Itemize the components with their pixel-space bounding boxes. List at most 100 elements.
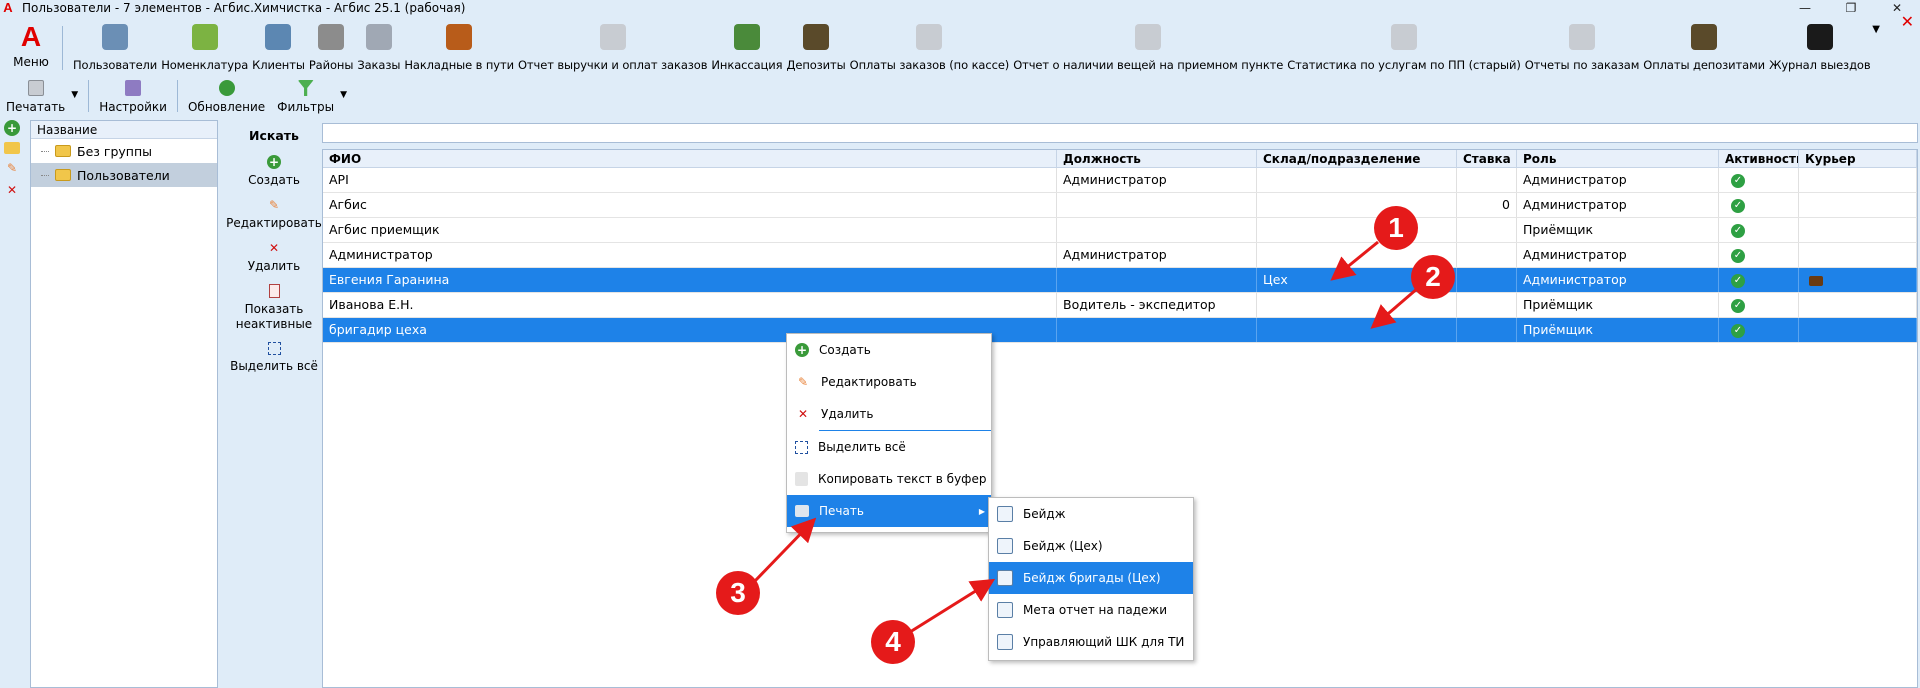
submenu-item[interactable]: Управляющий ШК для ТИ	[989, 626, 1193, 658]
ribbon-item[interactable]: Заказы	[355, 18, 402, 74]
orders-icon	[365, 24, 392, 50]
add-group-icon[interactable]: +	[4, 120, 20, 136]
ctx-select-all[interactable]: Выделить всё	[787, 431, 991, 463]
cell-courier	[1799, 243, 1917, 267]
ribbon-item[interactable]: Оплаты депозитами	[1641, 18, 1767, 74]
submenu-item-label: Бейдж бригады (Цех)	[1023, 571, 1161, 585]
column-header-fio[interactable]: ФИО	[323, 150, 1057, 167]
print-dropdown-icon[interactable]: ▼	[71, 90, 78, 100]
column-header-activity[interactable]: Активность	[1719, 150, 1799, 167]
cell-rate	[1457, 268, 1517, 292]
table-row[interactable]: Агбис приемщик Приёмщик ✓	[323, 218, 1917, 243]
minimize-icon[interactable]: —	[1782, 0, 1828, 16]
window-title: Пользователи - 7 элементов - Агбис.Химчи…	[22, 1, 466, 15]
cell-fio: Агбис	[323, 193, 1057, 217]
tree-item-users[interactable]: Пользователи	[31, 163, 217, 187]
submenu-item[interactable]: Бейдж	[989, 498, 1193, 530]
ribbon-item[interactable]: Журнал выездов	[1767, 18, 1872, 74]
ribbon-item[interactable]: Отчет о наличии вещей на приемном пункте	[1011, 18, 1285, 74]
check-icon: ✓	[1731, 323, 1745, 338]
cell-courier	[1799, 318, 1917, 342]
restore-icon[interactable]: ❐	[1828, 0, 1874, 16]
check-icon: ✓	[1731, 173, 1745, 188]
submenu-item[interactable]: Бейдж (Цех)	[989, 530, 1193, 562]
menu-label: Меню	[13, 55, 49, 69]
edit-group-icon[interactable]: ✎	[4, 160, 20, 176]
cell-activity: ✓	[1719, 318, 1799, 342]
ctx-create[interactable]: + Создать	[787, 334, 991, 366]
table-row[interactable]: Евгения Гаранина Цех Администратор ✓	[323, 268, 1917, 293]
column-header-position[interactable]: Должность	[1057, 150, 1257, 167]
check-icon: ✓	[1731, 223, 1745, 238]
menu-button[interactable]: A Меню	[0, 18, 62, 74]
edit-button[interactable]: ✎ Редактировать	[222, 198, 326, 231]
column-header-courier[interactable]: Курьер	[1799, 150, 1917, 167]
column-header-role[interactable]: Роль	[1517, 150, 1719, 167]
app-logo-icon: A	[3, 0, 13, 15]
basket-icon	[191, 24, 218, 50]
folder-icon[interactable]	[4, 142, 20, 154]
cell-activity: ✓	[1719, 293, 1799, 317]
ribbon-item[interactable]: Накладные в пути	[402, 18, 516, 74]
search-input[interactable]	[322, 123, 1918, 143]
table-row[interactable]: API Администратор Администратор ✓	[323, 168, 1917, 193]
submenu-item[interactable]: Мета отчет на падежи	[989, 594, 1193, 626]
column-header-warehouse[interactable]: Склад/подразделение	[1257, 150, 1457, 167]
filters-dropdown-icon[interactable]: ▼	[340, 90, 347, 100]
settings-button[interactable]: Настройки	[93, 80, 173, 114]
refresh-icon	[218, 80, 235, 96]
ribbon-item[interactable]: Отчеты по заказам	[1523, 18, 1642, 74]
folder-icon	[55, 145, 71, 157]
table-row[interactable]: Иванова Е.Н. Водитель - экспедитор Приёмщи…	[323, 293, 1917, 318]
document-icon	[997, 538, 1013, 554]
inactive-doc-icon	[268, 284, 280, 298]
tree-item-label: Без группы	[77, 143, 152, 159]
ribbon-item[interactable]: Отчет выручки и оплат заказов	[516, 18, 709, 74]
delete-group-icon[interactable]: ✕	[4, 182, 20, 198]
filters-button[interactable]: Фильтры	[271, 80, 340, 114]
refresh-button[interactable]: Обновление	[182, 80, 271, 114]
tree-header: Название	[31, 121, 217, 139]
ctx-edit[interactable]: ✎ Редактировать	[787, 366, 991, 398]
ribbon-item[interactable]: Статистика по услугам по ПП (старый)	[1285, 18, 1522, 74]
ribbon-collapse-icon[interactable]: ▼	[1872, 24, 1880, 35]
table-row[interactable]: бригадир цеха Приёмщик ✓	[323, 318, 1917, 343]
search-action[interactable]: Искать	[222, 128, 326, 143]
cell-courier	[1799, 168, 1917, 192]
table-row[interactable]: Агбис 0 Администратор ✓	[323, 193, 1917, 218]
truck-icon	[446, 24, 473, 50]
table-row[interactable]: Администратор Администратор Администратор ✓	[323, 243, 1917, 268]
buildings-icon	[318, 24, 345, 50]
select-all-label: Выделить всё	[230, 359, 318, 373]
menu-logo-icon: A	[20, 21, 42, 52]
ribbon-item-label: Журнал выездов	[1769, 58, 1871, 72]
cell-courier	[1799, 218, 1917, 242]
ribbon-item[interactable]: Пользователи	[71, 18, 159, 74]
ribbon-item[interactable]: Депозиты	[784, 18, 847, 74]
ctx-delete[interactable]: ✕ Удалить	[787, 398, 991, 430]
cell-position: Администратор	[1057, 243, 1257, 267]
ribbon-item[interactable]: Инкассация	[709, 18, 784, 74]
ribbon-item[interactable]: Номенклатура	[159, 18, 250, 74]
ribbon-item[interactable]: Клиенты	[250, 18, 307, 74]
ctx-copy[interactable]: Копировать текст в буфер	[787, 463, 991, 495]
cell-role: Приёмщик	[1517, 293, 1719, 317]
submenu-item[interactable]: Бейдж бригады (Цех)	[989, 562, 1193, 594]
ctx-print-label: Печать	[819, 504, 864, 518]
pencil-icon: ✎	[797, 375, 809, 389]
create-button[interactable]: + Создать	[222, 155, 326, 188]
cell-warehouse	[1257, 218, 1457, 242]
annotation-marker-2: 2	[1411, 255, 1455, 299]
delete-button[interactable]: ✕ Удалить	[222, 241, 326, 274]
ctx-print[interactable]: Печать ▶	[787, 495, 991, 527]
column-header-rate[interactable]: Ставка	[1457, 150, 1517, 167]
print-button[interactable]: Печатать	[0, 80, 71, 114]
show-inactive-button[interactable]: Показать неактивные	[222, 284, 326, 332]
users-icon	[102, 24, 129, 50]
ribbon-item[interactable]: Районы	[307, 18, 356, 74]
ribbon-item[interactable]: Оплаты заказов (по кассе)	[848, 18, 1012, 74]
select-all-button[interactable]: Выделить всё	[222, 342, 326, 374]
check-icon: ✓	[1731, 248, 1745, 263]
close-tab-icon[interactable]: ✕	[1901, 12, 1914, 31]
tree-item-no-group[interactable]: Без группы	[31, 139, 217, 163]
